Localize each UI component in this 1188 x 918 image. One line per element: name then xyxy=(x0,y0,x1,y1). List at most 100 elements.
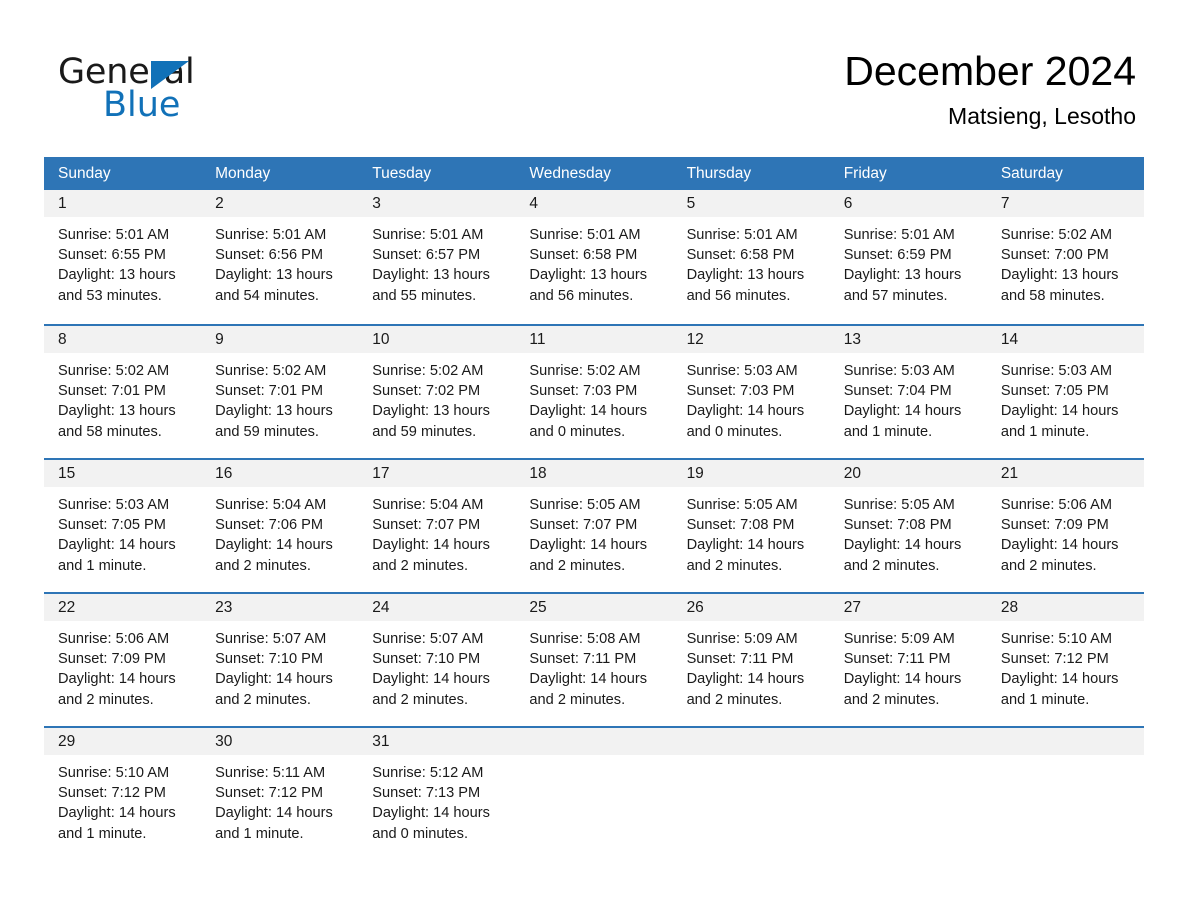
sunset-text: Sunset: 6:55 PM xyxy=(58,247,166,264)
sunrise-text: Sunrise: 5:12 AM xyxy=(372,765,484,781)
weekday-header-wednesday: Wednesday xyxy=(529,165,611,182)
day-details: Sunrise: 5:06 AM Sunset: 7:09 PM Daylight:… xyxy=(987,487,1144,576)
daylight-text-line2: and 1 minute. xyxy=(843,423,933,440)
day-number-band xyxy=(515,728,673,755)
daylight-text-line1: Daylight: 14 hours xyxy=(686,671,805,688)
day-cell[interactable]: 16 Sunrise: 5:04 AM Sunset: 7:06 PM Dayligh… xyxy=(201,460,359,592)
daylight-text-line1: Daylight: 14 hours xyxy=(372,671,490,688)
day-cell[interactable]: 30 Sunrise: 5:11 AM Sunset: 7:12 PM Dayligh… xyxy=(201,728,359,858)
day-cell[interactable]: 29 Sunrise: 5:10 AM Sunset: 7:12 PM Dayligh… xyxy=(44,728,202,858)
day-cell[interactable]: 5 Sunrise: 5:01 AM Sunset: 6:58 PM Daylight… xyxy=(672,190,830,324)
day-cell[interactable]: 9 Sunrise: 5:02 AM Sunset: 7:01 PM Daylight… xyxy=(201,326,359,458)
day-cell[interactable]: 7 Sunrise: 5:02 AM Sunset: 7:00 PM Daylight… xyxy=(986,190,1144,324)
sunrise-text: Sunrise: 5:01 AM xyxy=(372,227,484,243)
day-number: 31 xyxy=(372,733,390,750)
day-number: 24 xyxy=(372,599,390,616)
weekday-header-friday: Friday xyxy=(843,165,887,182)
daylight-text-line1: Daylight: 14 hours xyxy=(529,537,648,554)
day-cell[interactable]: 19 Sunrise: 5:05 AM Sunset: 7:08 PM Dayligh… xyxy=(672,460,830,592)
day-number: 15 xyxy=(58,465,76,482)
day-cell[interactable]: 13 Sunrise: 5:03 AM Sunset: 7:04 PM Dayligh… xyxy=(829,326,987,458)
weekday-header-tuesday: Tuesday xyxy=(372,165,432,182)
day-cell[interactable]: 20 Sunrise: 5:05 AM Sunset: 7:08 PM Dayligh… xyxy=(829,460,987,592)
day-cell-empty xyxy=(515,728,673,858)
day-number-band xyxy=(672,728,830,755)
day-cell[interactable]: 18 Sunrise: 5:05 AM Sunset: 7:07 PM Dayligh… xyxy=(515,460,673,592)
daylight-text-line2: and 2 minutes. xyxy=(1000,557,1097,574)
day-details: Sunrise: 5:03 AM Sunset: 7:03 PM Daylight:… xyxy=(673,353,830,442)
day-number: 10 xyxy=(372,331,390,348)
sunset-text: Sunset: 6:58 PM xyxy=(686,247,795,264)
sunset-text: Sunset: 7:04 PM xyxy=(843,383,952,400)
daylight-text-line1: Daylight: 14 hours xyxy=(372,537,490,554)
day-details: Sunrise: 5:08 AM Sunset: 7:11 PM Daylight:… xyxy=(515,621,672,710)
day-cell[interactable]: 6 Sunrise: 5:01 AM Sunset: 6:59 PM Daylight… xyxy=(829,190,987,324)
daylight-text-line1: Daylight: 13 hours xyxy=(1000,267,1119,284)
day-number: 23 xyxy=(215,599,233,616)
day-number: 20 xyxy=(843,465,861,482)
day-number: 29 xyxy=(58,733,76,750)
day-cell[interactable]: 2 Sunrise: 5:01 AM Sunset: 6:56 PM Daylight… xyxy=(201,190,359,324)
sunrise-text: Sunrise: 5:01 AM xyxy=(215,227,327,243)
day-number-band: 28 xyxy=(986,594,1144,621)
day-cell[interactable]: 24 Sunrise: 5:07 AM Sunset: 7:10 PM Dayligh… xyxy=(358,594,516,726)
day-number-band: 5 xyxy=(672,190,830,217)
day-number-band: 9 xyxy=(201,326,359,353)
day-cell[interactable]: 23 Sunrise: 5:07 AM Sunset: 7:10 PM Dayligh… xyxy=(201,594,359,726)
day-number: 5 xyxy=(686,195,696,212)
daylight-text-line2: and 1 minute. xyxy=(1000,423,1090,440)
day-cell[interactable]: 31 Sunrise: 5:12 AM Sunset: 7:13 PM Dayligh… xyxy=(358,728,516,858)
sunrise-text: Sunrise: 5:06 AM xyxy=(58,631,170,647)
daylight-text-line2: and 58 minutes. xyxy=(58,423,162,440)
daylight-text-line1: Daylight: 14 hours xyxy=(843,403,962,420)
day-cell[interactable]: 14 Sunrise: 5:03 AM Sunset: 7:05 PM Dayligh… xyxy=(986,326,1144,458)
sunrise-text: Sunrise: 5:10 AM xyxy=(1000,631,1112,647)
day-details: Sunrise: 5:02 AM Sunset: 7:03 PM Daylight:… xyxy=(515,353,672,442)
day-cell[interactable]: 10 Sunrise: 5:02 AM Sunset: 7:02 PM Dayligh… xyxy=(358,326,516,458)
sunset-text: Sunset: 7:06 PM xyxy=(215,517,324,534)
daylight-text-line1: Daylight: 13 hours xyxy=(372,403,490,420)
daylight-text-line2: and 1 minute. xyxy=(1000,691,1090,708)
daylight-text-line2: and 55 minutes. xyxy=(372,287,477,304)
day-number-band: 1 xyxy=(44,190,202,217)
weekday-header-row: Sunday Monday Tuesday Wednesday Thursday… xyxy=(44,157,1144,190)
daylight-text-line1: Daylight: 14 hours xyxy=(1000,671,1119,688)
day-cell[interactable]: 4 Sunrise: 5:01 AM Sunset: 6:58 PM Daylight… xyxy=(515,190,673,324)
sunrise-text: Sunrise: 5:02 AM xyxy=(529,363,641,379)
day-cell[interactable]: 11 Sunrise: 5:02 AM Sunset: 7:03 PM Dayligh… xyxy=(515,326,673,458)
sunrise-text: Sunrise: 5:11 AM xyxy=(215,765,326,781)
sunset-text: Sunset: 7:02 PM xyxy=(372,383,481,400)
day-details: Sunrise: 5:02 AM Sunset: 7:01 PM Daylight:… xyxy=(44,353,201,442)
day-number-band: 2 xyxy=(201,190,359,217)
day-cell[interactable]: 25 Sunrise: 5:08 AM Sunset: 7:11 PM Dayligh… xyxy=(515,594,673,726)
day-cell-empty xyxy=(672,728,830,858)
day-cell[interactable]: 28 Sunrise: 5:10 AM Sunset: 7:12 PM Dayligh… xyxy=(986,594,1144,726)
day-cell[interactable]: 26 Sunrise: 5:09 AM Sunset: 7:11 PM Dayligh… xyxy=(672,594,830,726)
sunrise-text: Sunrise: 5:05 AM xyxy=(529,497,641,513)
day-cell[interactable]: 8 Sunrise: 5:02 AM Sunset: 7:01 PM Daylight… xyxy=(44,326,202,458)
sunrise-text: Sunrise: 5:02 AM xyxy=(215,363,327,379)
daylight-text-line1: Daylight: 14 hours xyxy=(686,403,805,420)
day-details: Sunrise: 5:02 AM Sunset: 7:01 PM Daylight:… xyxy=(201,353,358,442)
day-details: Sunrise: 5:02 AM Sunset: 7:00 PM Daylight:… xyxy=(987,217,1144,306)
sunrise-text: Sunrise: 5:07 AM xyxy=(215,631,327,647)
day-cell[interactable]: 21 Sunrise: 5:06 AM Sunset: 7:09 PM Dayligh… xyxy=(986,460,1144,592)
day-cell[interactable]: 12 Sunrise: 5:03 AM Sunset: 7:03 PM Dayligh… xyxy=(672,326,830,458)
day-cell[interactable]: 17 Sunrise: 5:04 AM Sunset: 7:07 PM Dayligh… xyxy=(358,460,516,592)
day-cell[interactable]: 15 Sunrise: 5:03 AM Sunset: 7:05 PM Dayligh… xyxy=(44,460,202,592)
logo-text-blue: Blue xyxy=(103,85,181,125)
week-row: 22 Sunrise: 5:06 AM Sunset: 7:09 PM Dayligh… xyxy=(44,592,1144,726)
day-number: 7 xyxy=(1000,195,1010,212)
daylight-text-line1: Daylight: 13 hours xyxy=(843,267,962,284)
sunrise-text: Sunrise: 5:01 AM xyxy=(843,227,955,243)
sunset-text: Sunset: 7:05 PM xyxy=(1000,383,1109,400)
daylight-text-line1: Daylight: 13 hours xyxy=(58,403,176,420)
day-cell[interactable]: 1 Sunrise: 5:01 AM Sunset: 6:55 PM Daylight… xyxy=(44,190,202,324)
day-number: 8 xyxy=(58,331,67,348)
day-cell[interactable]: 3 Sunrise: 5:01 AM Sunset: 6:57 PM Daylight… xyxy=(358,190,516,324)
sunset-text: Sunset: 7:03 PM xyxy=(529,383,638,400)
day-cell[interactable]: 22 Sunrise: 5:06 AM Sunset: 7:09 PM Dayligh… xyxy=(44,594,202,726)
day-number-band: 24 xyxy=(358,594,516,621)
day-cell[interactable]: 27 Sunrise: 5:09 AM Sunset: 7:11 PM Dayligh… xyxy=(829,594,987,726)
sunset-text: Sunset: 7:09 PM xyxy=(1000,517,1109,534)
